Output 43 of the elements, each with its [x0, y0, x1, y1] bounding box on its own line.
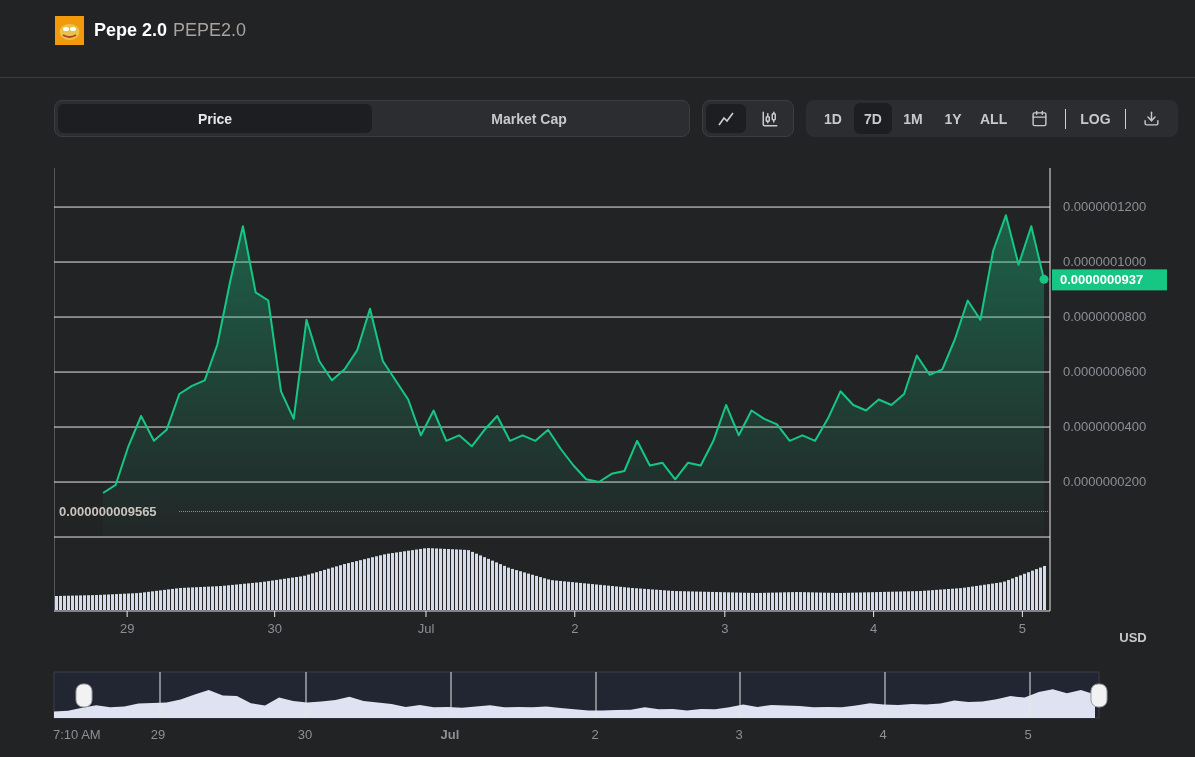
range-button[interactable]: 1Y — [934, 103, 972, 134]
price-axis-label: 0.0000001000 — [1063, 254, 1147, 270]
range-handle[interactable] — [1090, 683, 1108, 708]
price-axis-label: 0.0000000800 — [1063, 309, 1147, 325]
date-axis-label: 4 — [870, 621, 878, 636]
log-scale-button[interactable]: LOG — [1074, 103, 1117, 134]
navigator-date-label: 30 — [297, 727, 313, 742]
date-axis-label: 5 — [1018, 621, 1026, 636]
date-axis-label: 29 — [119, 621, 135, 636]
current-price-dot — [1039, 274, 1049, 284]
price-axis-label: 0.0000000600 — [1063, 364, 1147, 380]
price-axis-label: 0.0000000400 — [1063, 419, 1147, 435]
line-chart-icon — [718, 111, 734, 126]
navigator-date-label: 29 — [150, 727, 166, 742]
navigator-date-label: 7:10 AM — [53, 727, 101, 742]
calendar-icon — [1030, 110, 1048, 127]
navigator-date-label: Jul — [440, 727, 460, 742]
price-axis-label: 0.0000000200 — [1063, 474, 1147, 490]
range-button[interactable]: 1M — [894, 103, 932, 134]
navigator-date-label: 4 — [879, 727, 887, 742]
range-button[interactable]: 7D — [854, 103, 892, 134]
range-button[interactable]: 1D — [814, 103, 852, 134]
navigator-date-label: 3 — [735, 727, 743, 742]
date-axis-label: 3 — [721, 621, 729, 636]
navigator-date-label: 5 — [1024, 727, 1032, 742]
range-button[interactable]: ALL — [974, 103, 1014, 134]
min-price-label: 0.000000009565 — [59, 504, 157, 519]
date-axis-label: 2 — [571, 621, 579, 636]
download-icon — [1143, 110, 1161, 127]
coin-symbol: PEPE2.0 — [173, 20, 247, 41]
chart-type-button[interactable] — [706, 104, 746, 133]
candlestick-icon — [761, 109, 779, 128]
current-price-badge: 0.0000000937 — [1052, 269, 1167, 291]
coin-name: Pepe 2.0 — [94, 20, 168, 41]
metric-tab[interactable]: Market Cap — [372, 104, 686, 133]
currency-label: USD — [1119, 630, 1147, 645]
metric-tab[interactable]: Price — [58, 104, 372, 133]
date-axis-label: 30 — [267, 621, 282, 636]
date-axis-label: Jul — [417, 621, 435, 636]
navigator-date-label: 2 — [591, 727, 599, 742]
price-axis-label: 0.0000001200 — [1063, 199, 1147, 215]
range-handle[interactable] — [75, 683, 93, 708]
logo-icon — [55, 16, 84, 45]
